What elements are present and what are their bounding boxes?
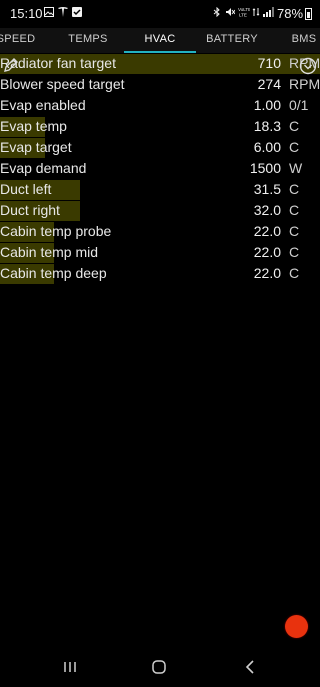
scroll-down-circle-icon[interactable] bbox=[299, 57, 317, 75]
row-label: Duct right bbox=[0, 202, 60, 218]
back-icon[interactable] bbox=[242, 659, 258, 675]
tab-bms[interactable]: BMS bbox=[268, 28, 320, 53]
row-value: 710 bbox=[257, 55, 281, 71]
value-row[interactable]: Cabin temp mid 22.0 C bbox=[0, 242, 320, 263]
value-row[interactable]: Duct left 31.5 C bbox=[0, 179, 320, 200]
signal-icon bbox=[263, 7, 274, 17]
row-unit: C bbox=[289, 244, 300, 260]
row-value: 22.0 bbox=[253, 223, 281, 239]
status-time: 15:10 bbox=[10, 6, 43, 21]
value-row[interactable]: Cabin temp deep 22.0 C bbox=[0, 263, 320, 284]
battery-percent: 78% bbox=[277, 6, 304, 21]
volte-icon: VoLTE LTE bbox=[238, 7, 251, 18]
row-value: 1500 bbox=[249, 160, 281, 176]
row-label: Cabin temp deep bbox=[0, 265, 107, 281]
value-row[interactable]: Evap target 6.00 C bbox=[0, 137, 320, 158]
row-value: 18.3 bbox=[253, 118, 281, 134]
row-unit: W bbox=[289, 160, 303, 176]
row-label: Cabin temp mid bbox=[0, 244, 99, 260]
row-unit: C bbox=[289, 139, 300, 155]
row-unit: RPM bbox=[289, 76, 320, 92]
pencil-icon[interactable] bbox=[2, 56, 20, 74]
row-unit: C bbox=[289, 265, 300, 281]
row-unit: 0/1 bbox=[289, 97, 309, 113]
tab-temps[interactable]: TEMPS bbox=[52, 28, 124, 53]
row-value: 22.0 bbox=[253, 265, 281, 281]
svg-text:VoLTE: VoLTE bbox=[238, 7, 250, 12]
value-row[interactable]: Duct right 32.0 C bbox=[0, 200, 320, 221]
row-value: 6.00 bbox=[253, 139, 281, 155]
value-row[interactable]: Radiator fan target 710 RPM bbox=[0, 53, 320, 74]
system-nav-bar bbox=[0, 645, 320, 687]
row-label: Evap enabled bbox=[0, 97, 86, 113]
row-label: Blower speed target bbox=[0, 76, 125, 92]
status-bar: 15:10 VoLTE LTE 78% bbox=[0, 0, 320, 28]
tab-speed[interactable]: SPEED bbox=[0, 28, 52, 53]
tab-battery[interactable]: BATTERY bbox=[196, 28, 268, 53]
row-label: Evap target bbox=[0, 139, 72, 155]
row-value: 1.00 bbox=[253, 97, 281, 113]
battery-icon bbox=[305, 8, 312, 20]
tab-hvac[interactable]: HVAC bbox=[124, 28, 196, 53]
check-icon bbox=[72, 7, 82, 17]
record-button[interactable] bbox=[285, 615, 308, 638]
row-value: 274 bbox=[257, 76, 281, 92]
row-label: Evap demand bbox=[0, 160, 87, 176]
value-row[interactable]: Evap demand 1500 W bbox=[0, 158, 320, 179]
value-row[interactable]: Evap enabled 1.00 0/1 bbox=[0, 95, 320, 116]
value-row[interactable]: Evap temp 18.3 C bbox=[0, 116, 320, 137]
bluetooth-icon bbox=[212, 6, 222, 18]
lte-icon bbox=[252, 7, 262, 17]
row-unit: C bbox=[289, 223, 300, 239]
row-value: 31.5 bbox=[253, 181, 281, 197]
tesla-icon bbox=[58, 7, 68, 17]
row-unit: C bbox=[289, 202, 300, 218]
row-value: 22.0 bbox=[253, 244, 281, 260]
row-label: Duct left bbox=[0, 181, 52, 197]
svg-text:LTE: LTE bbox=[239, 13, 247, 18]
mute-icon bbox=[225, 7, 236, 17]
home-icon[interactable] bbox=[151, 659, 167, 675]
gallery-icon bbox=[44, 7, 54, 17]
row-value: 32.0 bbox=[253, 202, 281, 218]
row-unit: C bbox=[289, 181, 300, 197]
hvac-value-list: Radiator fan target 710 RPM Blower speed ta… bbox=[0, 53, 320, 284]
recent-apps-icon[interactable] bbox=[62, 659, 78, 675]
row-label: Evap temp bbox=[0, 118, 67, 134]
tab-bar: SPEED TEMPS HVAC BATTERY BMS bbox=[0, 28, 320, 53]
value-row[interactable]: Blower speed target 274 RPM bbox=[0, 74, 320, 95]
value-row[interactable]: Cabin temp probe 22.0 C bbox=[0, 221, 320, 242]
row-label: Cabin temp probe bbox=[0, 223, 112, 239]
row-unit: C bbox=[289, 118, 300, 134]
